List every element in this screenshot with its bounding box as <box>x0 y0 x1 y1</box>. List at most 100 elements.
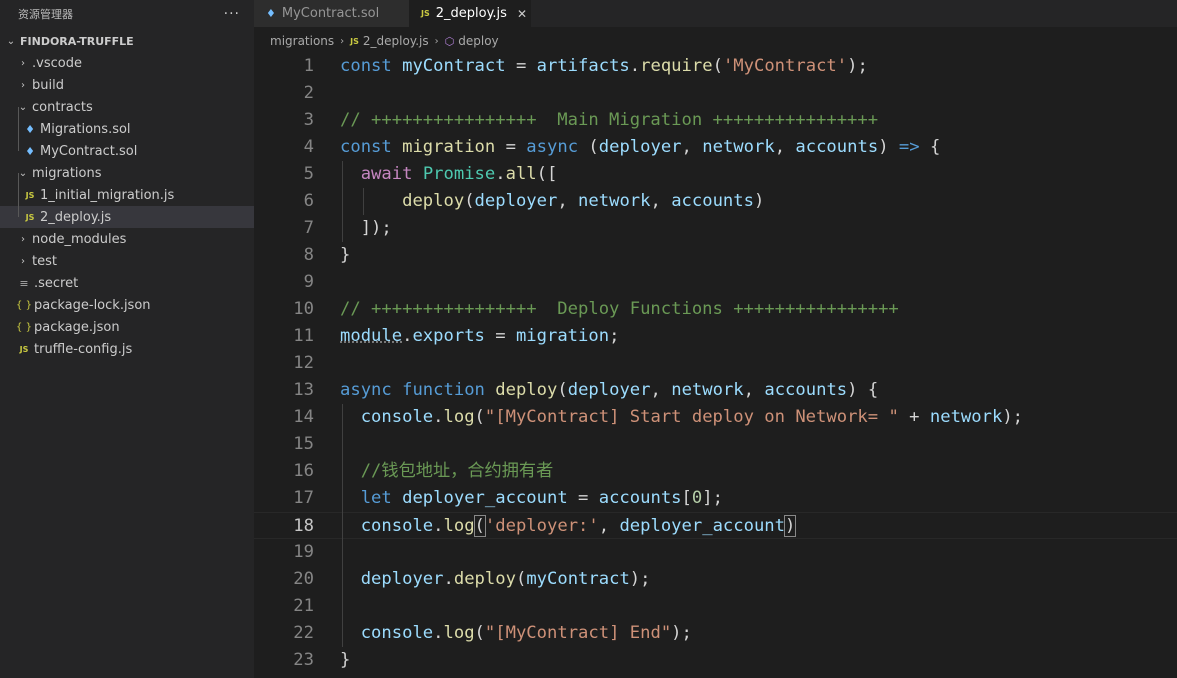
indent-guide <box>342 161 343 242</box>
solidity-icon: ♦ <box>25 144 35 158</box>
code-line[interactable]: 5 await Promise.all([ <box>254 161 1177 188</box>
code-token: + <box>898 407 930 427</box>
line-number: 2 <box>303 83 314 103</box>
folder-item[interactable]: ⌄ migrations <box>0 162 254 184</box>
chevron-right-icon: › <box>340 35 345 47</box>
close-icon[interactable]: ✕ <box>517 7 527 21</box>
code-token: network <box>702 137 775 157</box>
line-number: 11 <box>293 326 314 346</box>
code-line[interactable]: 1 const myContract = artifacts.require('M… <box>254 53 1177 80</box>
code-token: //钱包地址，合约拥有者 <box>360 461 554 481</box>
indent-guide <box>363 188 364 215</box>
folder-item[interactable]: › build <box>0 74 254 96</box>
code-line[interactable]: 21 <box>254 593 1177 620</box>
breadcrumb-folder[interactable]: migrations <box>270 34 334 48</box>
indent-guide <box>18 173 19 217</box>
code-line[interactable]: 15 <box>254 431 1177 458</box>
code-editor[interactable]: 1 const myContract = artifacts.require('M… <box>254 53 1177 678</box>
code-text: await Promise.all([ <box>340 161 558 188</box>
line-number: 8 <box>303 245 314 265</box>
tree-item-label: 2_deploy.js <box>40 209 112 225</box>
line-number: 3 <box>303 110 314 130</box>
code-line[interactable]: 12 <box>254 350 1177 377</box>
folder-item[interactable]: › .vscode <box>0 52 254 74</box>
code-text: // ++++++++++++++++ Main Migration +++++… <box>340 107 878 134</box>
tree-item-label: .secret <box>34 275 79 291</box>
file-item[interactable]: JS truffle-config.js <box>0 338 254 360</box>
code-line[interactable]: 19 <box>254 539 1177 566</box>
breadcrumb-symbol[interactable]: deploy <box>458 34 498 48</box>
code-token: network <box>671 380 744 400</box>
code-line[interactable]: 3 // ++++++++++++++++ Main Migration ++++… <box>254 107 1177 134</box>
code-token: console <box>360 407 434 427</box>
file-item[interactable]: ≡ .secret <box>0 272 254 294</box>
code-line[interactable]: 16 //钱包地址，合约拥有者 <box>254 458 1177 485</box>
file-lines-icon: ≡ <box>19 276 29 290</box>
code-line[interactable]: 13 async function deploy(deployer, networ… <box>254 377 1177 404</box>
chevron-down-icon: ⌄ <box>6 35 16 47</box>
code-line[interactable]: 11 module.exports = migration; <box>254 323 1177 350</box>
code-token: artifacts <box>536 56 630 76</box>
code-token: ); <box>847 56 868 76</box>
code-token: , <box>598 516 620 536</box>
code-token: . <box>629 56 641 76</box>
code-text: } <box>340 242 350 269</box>
code-token: , <box>681 137 703 157</box>
code-line[interactable]: 18 console.log('deployer:', deployer_acc… <box>254 512 1177 539</box>
code-token: "[MyContract] Start deploy on Network= " <box>484 407 899 427</box>
code-line[interactable]: 17 let deployer_account = accounts[0]; <box>254 485 1177 512</box>
code-token: . <box>495 164 506 184</box>
code-token: console <box>360 623 434 643</box>
explorer-title: 资源管理器 <box>18 8 73 21</box>
tab-bar: ♦ MyContract.sol JS 2_deploy.js ✕ <box>254 0 1177 27</box>
project-root[interactable]: ⌄ FINDORA-TRUFFLE <box>0 30 254 52</box>
folder-item[interactable]: ⌄ contracts <box>0 96 254 118</box>
code-line[interactable]: 14 console.log("[MyContract] Start deplo… <box>254 404 1177 431</box>
code-token: const <box>340 137 392 157</box>
code-line[interactable]: 9 <box>254 269 1177 296</box>
folder-item[interactable]: › node_modules <box>0 228 254 250</box>
tree-item-label: test <box>32 253 57 269</box>
code-token: "[MyContract] End" <box>484 623 672 643</box>
file-item[interactable]: { } package-lock.json <box>0 294 254 316</box>
tab-2-deploy-js[interactable]: JS 2_deploy.js ✕ <box>409 0 532 27</box>
code-text: deployer.deploy(myContract); <box>340 566 651 593</box>
file-item[interactable]: JS 2_deploy.js <box>0 206 254 228</box>
code-token: ( <box>464 191 475 211</box>
file-item[interactable]: ♦ MyContract.sol <box>0 140 254 162</box>
code-line[interactable]: 22 console.log("[MyContract] End"); <box>254 620 1177 647</box>
code-token: await <box>360 164 413 184</box>
tab-label: 2_deploy.js <box>435 6 507 21</box>
code-line[interactable]: 23} <box>254 647 1177 674</box>
breadcrumb-file[interactable]: 2_deploy.js <box>363 34 429 48</box>
code-line[interactable]: 2 <box>254 80 1177 107</box>
code-line[interactable]: 20 deployer.deploy(myContract); <box>254 566 1177 593</box>
code-token: ) { <box>847 380 879 400</box>
code-token: ]; <box>702 488 723 508</box>
code-line[interactable]: 8} <box>254 242 1177 269</box>
file-item[interactable]: JS 1_initial_migration.js <box>0 184 254 206</box>
code-line[interactable]: 7 ]); <box>254 215 1177 242</box>
file-item[interactable]: { } package.json <box>0 316 254 338</box>
method-cube-icon: ⬡ <box>444 34 455 48</box>
file-item[interactable]: ♦ Migrations.sol <box>0 118 254 140</box>
code-line[interactable]: 6 deploy(deployer, network, accounts) <box>254 188 1177 215</box>
code-token: async <box>340 380 392 400</box>
explorer-sidebar: 资源管理器 ··· ⌄ FINDORA-TRUFFLE › .vscode › bui… <box>0 0 254 678</box>
more-actions-icon[interactable]: ··· <box>224 6 240 22</box>
code-token: , <box>774 137 796 157</box>
code-token: deployer <box>360 569 444 589</box>
folder-item[interactable]: › test <box>0 250 254 272</box>
code-token: [ <box>681 488 692 508</box>
code-text: deploy(deployer, network, accounts) <box>340 188 764 215</box>
tab-mycontract-sol[interactable]: ♦ MyContract.sol <box>254 0 409 27</box>
code-line[interactable]: 10 // ++++++++++++++++ Deploy Functions +… <box>254 296 1177 323</box>
code-token: 'MyContract' <box>722 56 848 76</box>
code-line[interactable]: 4 const migration = async (deployer, netw… <box>254 134 1177 161</box>
code-token: ( <box>474 623 485 643</box>
